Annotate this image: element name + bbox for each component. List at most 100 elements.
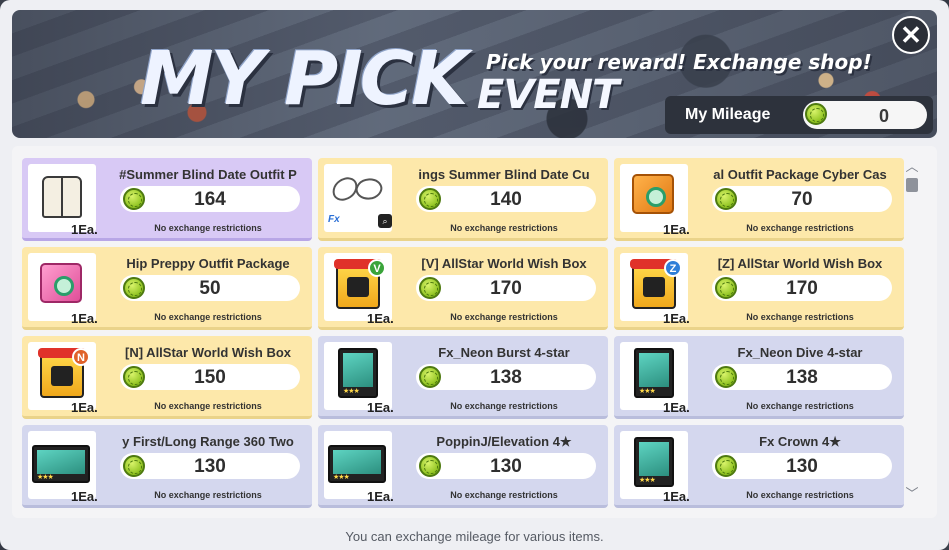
item-quantity: 1Ea.: [71, 222, 98, 237]
item-price-field: 164: [120, 186, 300, 212]
item-card[interactable]: 1Ea. #Summer Blind Date Outfit P 164 No exc…: [22, 158, 312, 241]
item-restriction: No exchange restrictions: [154, 401, 262, 411]
mileage-value: 0: [878, 106, 889, 126]
item-price-field: 50: [120, 275, 300, 301]
item-price: 164: [194, 189, 226, 210]
item-thumbnail: N 1Ea.: [28, 342, 98, 415]
item-price: 130: [490, 456, 522, 477]
item-price: 150: [194, 367, 226, 388]
item-restriction: No exchange restrictions: [746, 223, 854, 233]
item-restriction: No exchange restrictions: [154, 490, 262, 500]
item-name: [V] AllStar World Wish Box: [421, 256, 587, 271]
item-quantity: 1Ea.: [663, 311, 690, 326]
zoom-icon[interactable]: ⌕: [378, 214, 392, 228]
item-card[interactable]: 1Ea. Fx_Neon Dive 4-star 138 No exchange re…: [614, 336, 904, 419]
item-thumbnail: 1Ea.: [28, 164, 98, 237]
wide-card-icon: [32, 445, 90, 483]
item-price: 138: [786, 367, 818, 388]
item-quantity: 1Ea.: [663, 222, 690, 237]
card-icon: [634, 437, 674, 487]
item-restriction: No exchange restrictions: [450, 401, 558, 411]
item-price: 170: [786, 278, 818, 299]
item-price: 140: [490, 189, 522, 210]
item-name: PoppinJ/Elevation 4★: [436, 434, 572, 449]
item-price: 130: [786, 456, 818, 477]
item-quantity: 1Ea.: [71, 400, 98, 415]
jacket-icon: [42, 176, 82, 218]
item-thumbnail: 1Ea.: [324, 342, 394, 415]
scrollbar-thumb[interactable]: [906, 178, 918, 192]
close-button[interactable]: ✕: [892, 16, 930, 54]
scroll-down-icon[interactable]: ﹀: [905, 487, 919, 501]
item-restriction: No exchange restrictions: [746, 401, 854, 411]
item-restriction: No exchange restrictions: [154, 312, 262, 322]
mileage-field: 0: [803, 101, 927, 129]
item-card[interactable]: 1Ea. y First/Long Range 360 Two 130 No exch…: [22, 425, 312, 508]
item-name: [N] AllStar World Wish Box: [125, 345, 291, 360]
item-card[interactable]: V 1Ea. [V] AllStar World Wish Box 170 No exc…: [318, 247, 608, 330]
item-card[interactable]: 1Ea. Hip Preppy Outfit Package 50 No exchan…: [22, 247, 312, 330]
item-price-field: 138: [712, 364, 892, 390]
wide-card-icon: [328, 445, 386, 483]
close-icon: ✕: [900, 20, 922, 50]
item-quantity: 1Ea.: [367, 489, 394, 504]
item-price: 130: [194, 456, 226, 477]
item-card[interactable]: 1Ea. al Outfit Package Cyber Cas 70 No exch…: [614, 158, 904, 241]
item-card[interactable]: 1Ea. PoppinJ/Elevation 4★ 130 No exchange r…: [318, 425, 608, 508]
banner-title-event: EVENT: [477, 72, 619, 118]
item-thumbnail: Fx ⌕: [324, 164, 392, 232]
mileage-panel: My Mileage 0: [665, 96, 933, 134]
item-name: [Z] AllStar World Wish Box: [717, 256, 883, 271]
item-name: Hip Preppy Outfit Package: [126, 256, 290, 271]
item-price-field: 140: [416, 186, 596, 212]
item-thumbnail: V 1Ea.: [324, 253, 394, 326]
item-price-field: 130: [120, 453, 300, 479]
item-quantity: 1Ea.: [71, 311, 98, 326]
item-name: Fx_Neon Dive 4-star: [737, 345, 863, 360]
item-thumbnail: 1Ea.: [620, 342, 690, 415]
item-restriction: No exchange restrictions: [450, 490, 558, 500]
item-restriction: No exchange restrictions: [746, 490, 854, 500]
item-thumbnail: 1Ea.: [620, 431, 690, 504]
item-restriction: No exchange restrictions: [450, 223, 558, 233]
banner-title: MY PICK: [140, 36, 468, 122]
banner-subtitle: Pick your reward! Exchange shop!: [486, 50, 872, 74]
wings-icon: [332, 178, 382, 204]
item-price-field: 130: [712, 453, 892, 479]
item-card[interactable]: 1Ea. Fx_Neon Burst 4-star 138 No exchange r…: [318, 336, 608, 419]
mileage-label: My Mileage: [685, 106, 771, 123]
item-card[interactable]: Z 1Ea. [Z] AllStar World Wish Box 170 No exc…: [614, 247, 904, 330]
item-price: 138: [490, 367, 522, 388]
item-price-field: 138: [416, 364, 596, 390]
orange-box-icon: [632, 174, 674, 214]
item-quantity: 1Ea.: [663, 400, 690, 415]
item-price-field: 170: [416, 275, 596, 301]
footer-hint: You can exchange mileage for various ite…: [345, 529, 604, 544]
item-price-field: 150: [120, 364, 300, 390]
item-card[interactable]: 1Ea. Fx Crown 4★ 130 No exchange restrictio…: [614, 425, 904, 508]
item-price: 50: [199, 278, 221, 299]
item-restriction: No exchange restrictions: [450, 312, 558, 322]
item-thumbnail: Z 1Ea.: [620, 253, 690, 326]
item-card[interactable]: N 1Ea. [N] AllStar World Wish Box 150 No exc…: [22, 336, 312, 419]
item-card[interactable]: Fx ⌕ ings Summer Blind Date Cu 140 No exchan…: [318, 158, 608, 241]
item-name: ings Summer Blind Date Cu: [418, 167, 590, 182]
fx-tag: Fx: [328, 214, 340, 225]
grade-badge: V: [368, 259, 386, 277]
item-quantity: 1Ea.: [663, 489, 690, 504]
item-grid: 1Ea. #Summer Blind Date Outfit P 164 No exc…: [22, 158, 904, 508]
exchange-shop-dialog: MY PICK Pick your reward! Exchange shop!…: [0, 0, 949, 550]
card-icon: [338, 348, 378, 398]
item-name: #Summer Blind Date Outfit P: [119, 167, 297, 182]
item-restriction: No exchange restrictions: [154, 223, 262, 233]
item-quantity: 1Ea.: [367, 400, 394, 415]
item-name: Fx_Neon Burst 4-star: [438, 345, 570, 360]
item-price-field: 170: [712, 275, 892, 301]
item-price-field: 70: [712, 186, 892, 212]
item-price-field: 130: [416, 453, 596, 479]
item-thumbnail: 1Ea.: [324, 431, 394, 504]
item-list[interactable]: 1Ea. #Summer Blind Date Outfit P 164 No exc…: [12, 146, 937, 518]
grade-badge: N: [72, 348, 90, 366]
item-quantity: 1Ea.: [367, 311, 394, 326]
scroll-up-icon[interactable]: ︿: [905, 160, 919, 174]
